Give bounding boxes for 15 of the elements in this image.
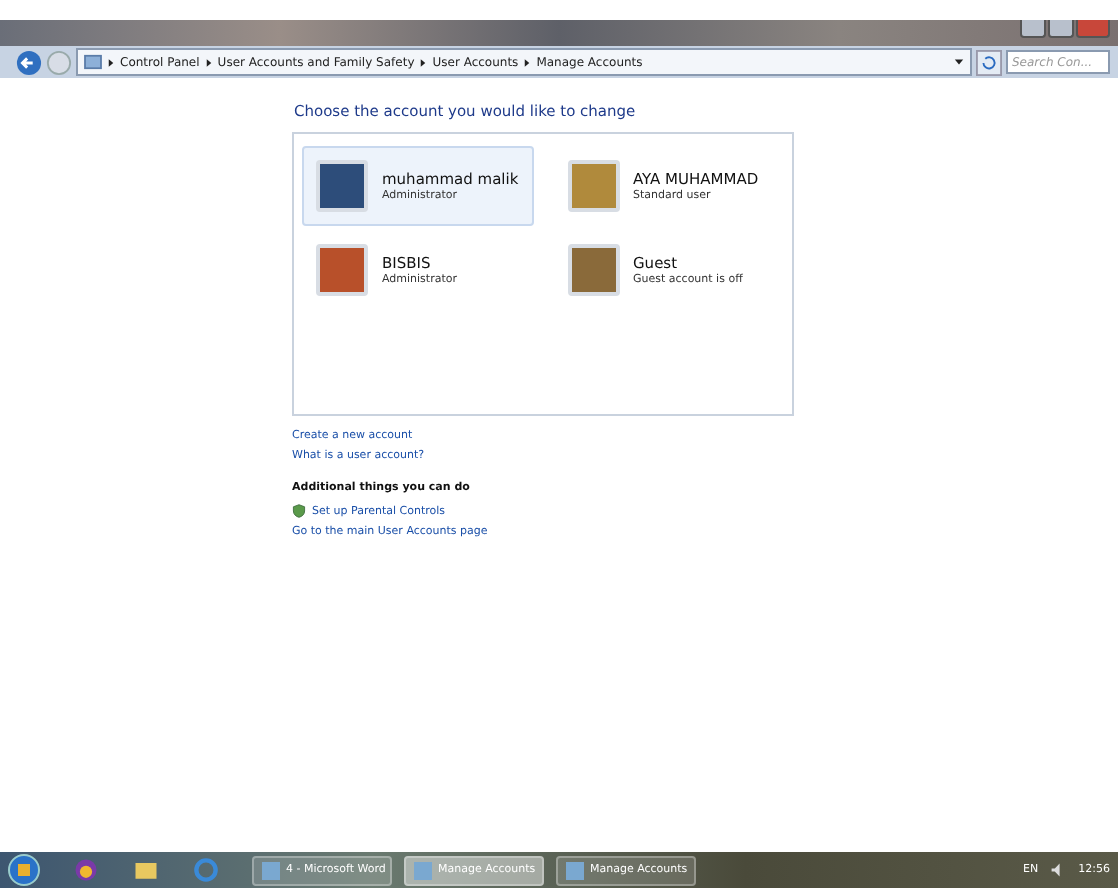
chevron-icon — [108, 57, 114, 67]
account-picture — [567, 160, 619, 212]
shield-icon — [292, 504, 306, 518]
chevron-icon — [524, 57, 531, 67]
account-picture — [316, 244, 368, 296]
maximize-button[interactable] — [1048, 20, 1074, 38]
account-picture — [567, 244, 619, 296]
account-picture — [316, 160, 368, 212]
chevron-icon — [420, 57, 427, 67]
minimize-button[interactable] — [1020, 20, 1046, 38]
start-button[interactable] — [8, 854, 40, 886]
back-icon[interactable] — [16, 49, 42, 75]
chevron-icon — [205, 57, 212, 67]
refresh-icon[interactable] — [976, 49, 1002, 75]
dropdown-icon[interactable] — [954, 58, 964, 66]
